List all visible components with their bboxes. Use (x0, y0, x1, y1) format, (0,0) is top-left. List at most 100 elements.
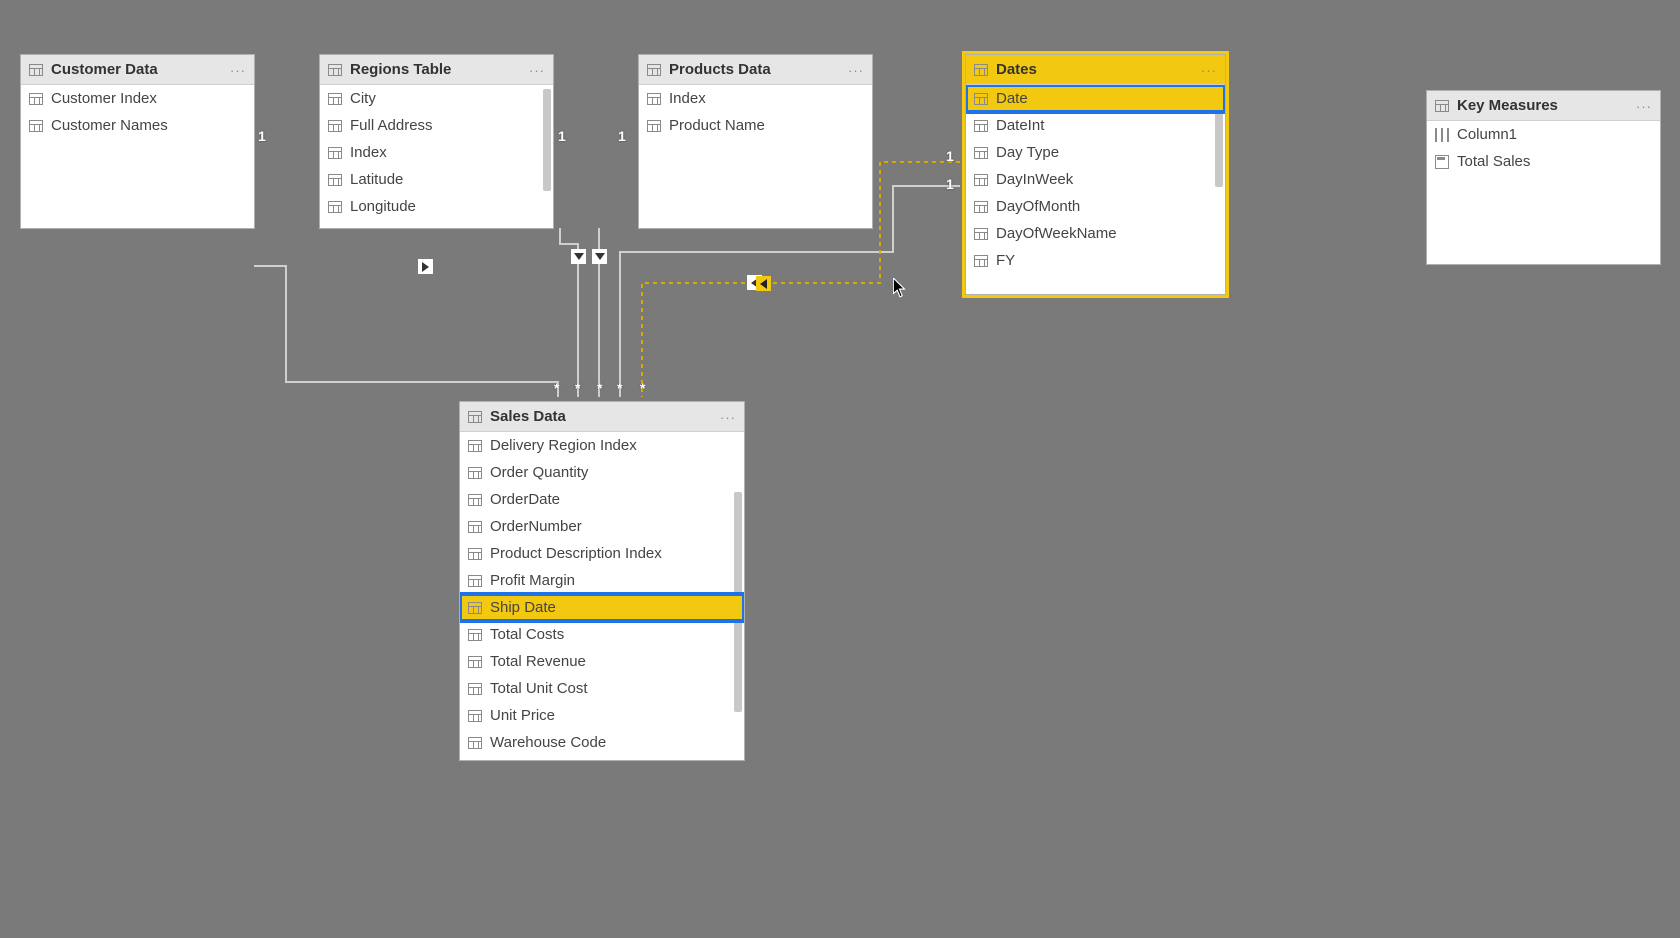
table-menu-icon[interactable]: ··· (1201, 63, 1217, 78)
scrollbar[interactable] (543, 89, 551, 191)
field-date[interactable]: Date (966, 85, 1225, 112)
column-icon (468, 683, 482, 695)
field-index[interactable]: Index (320, 139, 553, 166)
field-total-sales[interactable]: Total Sales (1427, 148, 1660, 175)
column-icon (468, 467, 482, 479)
table-regions[interactable]: Regions Table ··· City Full Address Inde… (319, 54, 554, 229)
filter-arrow-icon (592, 249, 607, 264)
cardinality-many: * (575, 380, 580, 396)
field-product-description-index[interactable]: Product Description Index (460, 540, 744, 567)
table-icon (1435, 100, 1449, 112)
field-latitude[interactable]: Latitude (320, 166, 553, 193)
column-icon (468, 629, 482, 641)
cardinality-many: * (597, 380, 602, 396)
cardinality-one: 1 (946, 148, 954, 164)
table-header[interactable]: Regions Table ··· (320, 55, 553, 85)
table-title: Products Data (669, 61, 864, 78)
table-customer-data[interactable]: Customer Data ··· Customer Index Custome… (20, 54, 255, 229)
field-profit-margin[interactable]: Profit Margin (460, 567, 744, 594)
column-icon (328, 120, 342, 132)
table-icon (29, 64, 43, 76)
table-menu-icon[interactable]: ··· (1636, 99, 1652, 114)
field-dayinweek[interactable]: DayInWeek (966, 166, 1225, 193)
table-title: Key Measures (1457, 97, 1652, 114)
table-title: Sales Data (490, 408, 736, 425)
field-total-unit-cost[interactable]: Total Unit Cost (460, 675, 744, 702)
table-header[interactable]: Sales Data ··· (460, 402, 744, 432)
column-icon (468, 494, 482, 506)
table-header[interactable]: Products Data ··· (639, 55, 872, 85)
column-icon (468, 440, 482, 452)
cardinality-one: 1 (618, 128, 626, 144)
cardinality-many: * (554, 380, 559, 396)
field-total-revenue[interactable]: Total Revenue (460, 648, 744, 675)
table-header[interactable]: Dates ··· (966, 55, 1225, 85)
field-product-name[interactable]: Product Name (639, 112, 872, 139)
field-fy[interactable]: FY (966, 247, 1225, 274)
field-total-costs[interactable]: Total Costs (460, 621, 744, 648)
column-icon (328, 147, 342, 159)
table-key-measures[interactable]: Key Measures ··· Column1 Total Sales (1426, 90, 1661, 265)
field-column1[interactable]: Column1 (1427, 121, 1660, 148)
column-icon (974, 228, 988, 240)
table-menu-icon[interactable]: ··· (230, 63, 246, 78)
field-list: City Full Address Index Latitude Longitu… (320, 85, 553, 228)
cardinality-one: 1 (946, 176, 954, 192)
field-unit-price[interactable]: Unit Price (460, 702, 744, 729)
field-dateint[interactable]: DateInt (966, 112, 1225, 139)
filter-arrow-icon (571, 249, 586, 264)
cardinality-many: * (617, 380, 622, 396)
column-icon (328, 93, 342, 105)
table-menu-icon[interactable]: ··· (529, 63, 545, 78)
column-icon (974, 174, 988, 186)
column-icon (29, 120, 43, 132)
column-icon (468, 548, 482, 560)
table-dates[interactable]: Dates ··· Date DateInt Day Type DayInWee… (965, 54, 1226, 295)
table-title: Dates (996, 61, 1217, 78)
column-icon (1435, 128, 1449, 142)
field-day-type[interactable]: Day Type (966, 139, 1225, 166)
field-city[interactable]: City (320, 85, 553, 112)
table-products[interactable]: Products Data ··· Index Product Name (638, 54, 873, 229)
field-customer-index[interactable]: Customer Index (21, 85, 254, 112)
field-customer-names[interactable]: Customer Names (21, 112, 254, 139)
field-ship-date[interactable]: Ship Date (460, 594, 744, 621)
column-icon (468, 710, 482, 722)
filter-arrow-icon (756, 276, 771, 291)
measure-icon (1435, 155, 1449, 169)
column-icon (974, 93, 988, 105)
table-title: Customer Data (51, 61, 246, 78)
table-menu-icon[interactable]: ··· (848, 63, 864, 78)
field-longitude[interactable]: Longitude (320, 193, 553, 220)
column-icon (328, 174, 342, 186)
column-icon (468, 521, 482, 533)
field-ordernumber[interactable]: OrderNumber (460, 513, 744, 540)
field-list: Date DateInt Day Type DayInWeek DayOfMon… (966, 85, 1225, 294)
column-icon (468, 602, 482, 614)
field-list: Delivery Region Index Order Quantity Ord… (460, 432, 744, 760)
cardinality-many: * (640, 380, 645, 396)
column-icon (468, 737, 482, 749)
field-index[interactable]: Index (639, 85, 872, 112)
table-title: Regions Table (350, 61, 545, 78)
cardinality-one: 1 (558, 128, 566, 144)
table-menu-icon[interactable]: ··· (720, 410, 736, 425)
column-icon (468, 656, 482, 668)
field-dayofmonth[interactable]: DayOfMonth (966, 193, 1225, 220)
field-order-quantity[interactable]: Order Quantity (460, 459, 744, 486)
field-full-address[interactable]: Full Address (320, 112, 553, 139)
table-header[interactable]: Customer Data ··· (21, 55, 254, 85)
model-canvas[interactable]: 1 1 1 1 1 * * * * * Customer Data ··· Cu… (0, 0, 1680, 938)
column-icon (974, 147, 988, 159)
table-header[interactable]: Key Measures ··· (1427, 91, 1660, 121)
field-dayofweekname[interactable]: DayOfWeekName (966, 220, 1225, 247)
cardinality-one: 1 (258, 128, 266, 144)
table-sales-data[interactable]: Sales Data ··· Delivery Region Index Ord… (459, 401, 745, 761)
column-icon (974, 201, 988, 213)
table-icon (647, 64, 661, 76)
field-delivery-region-index[interactable]: Delivery Region Index (460, 432, 744, 459)
field-list: Index Product Name (639, 85, 872, 228)
table-icon (468, 411, 482, 423)
field-orderdate[interactable]: OrderDate (460, 486, 744, 513)
field-warehouse-code[interactable]: Warehouse Code (460, 729, 744, 756)
